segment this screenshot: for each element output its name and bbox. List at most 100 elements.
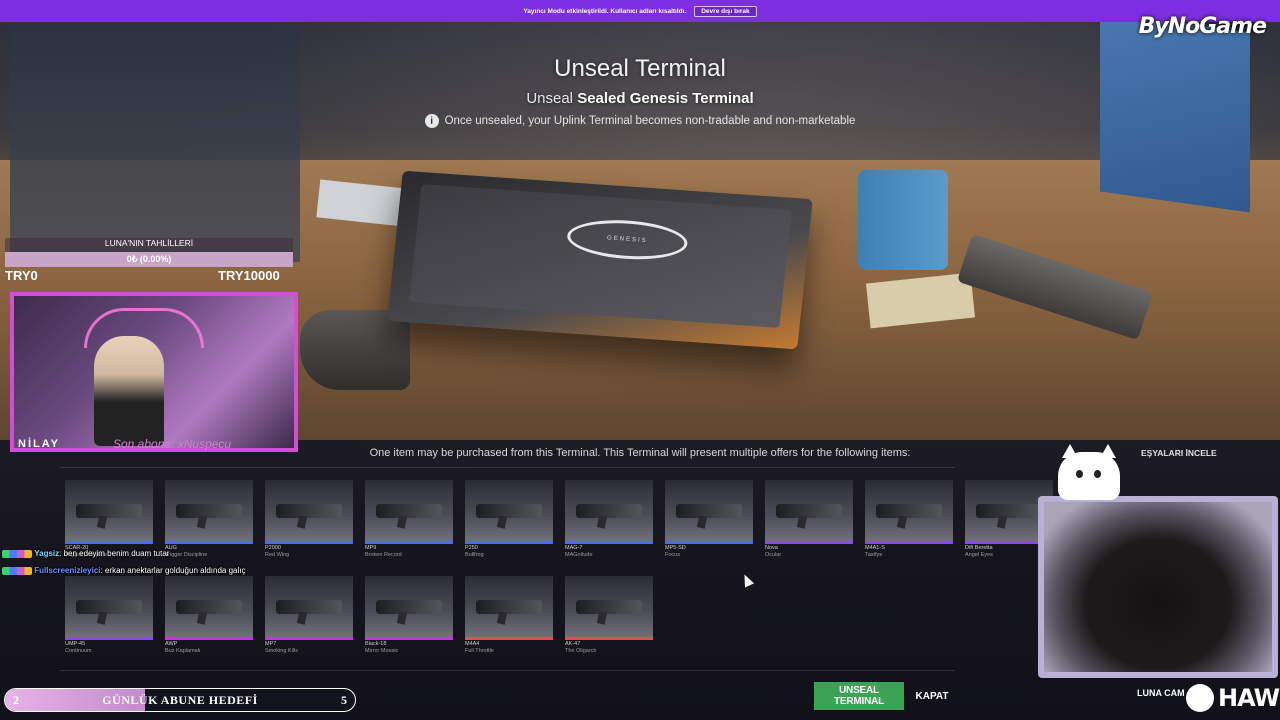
item-image-tile [165,576,253,640]
offer-item[interactable]: M4A1-S Tastfye [865,480,953,564]
pet-cam-label: LUNA CAM [1137,688,1185,698]
page-subtitle: Unseal Sealed Genesis Terminal [0,90,1280,107]
weapon-icon [576,503,642,518]
item-image-tile [565,576,653,640]
inspect-items-button[interactable]: EŞYALARI İNCELE [1141,448,1217,458]
item-image-tile [665,480,753,544]
offer-item[interactable]: P250 Bullfrog [465,480,553,564]
weapon-icon [76,599,142,614]
item-skin-name: Focus [665,551,680,558]
offer-item[interactable]: MP5-SD Focus [665,480,753,564]
streamer-webcam [10,292,298,452]
item-skin-name: Full Throttle [465,647,494,654]
bynogame-logo: ByNoGame [1138,14,1267,39]
weapon-icon [776,503,842,518]
offer-item[interactable]: Black-18 Mirror Mosaic [365,576,453,660]
streamer-mode-banner: Yayıncı Modu etkinleştirildi. Kullanıcı … [0,0,1280,22]
item-image-tile [465,480,553,544]
info-icon: i [424,114,439,128]
chat-username: Fullscreenizleyici [34,566,101,575]
item-skin-name: MAGnitude [565,551,593,558]
weapon-icon [476,503,542,518]
weapon-icon [976,503,1042,518]
offer-item[interactable]: UMP-45 Continuum [65,576,153,660]
weapon-icon [376,503,442,518]
item-image-tile [265,480,353,544]
game-screen: GENESIS Yayıncı Modu etkinleştirildi. Ku… [0,0,1280,720]
item-image-tile [765,480,853,544]
weapon-icon [476,599,542,614]
offer-item[interactable]: MAG-7 MAGnitude [565,480,653,564]
item-skin-name: Bullfrog [465,551,484,558]
chat-message: Yagsiz: ben edeyim benim duam tutar [2,548,262,559]
item-skin-name: Red Wing [265,551,290,558]
weapon-icon [876,503,942,518]
weapon-icon [676,503,742,518]
pet-camera [1038,496,1278,678]
item-image-tile [265,576,353,640]
weapon-icon [76,503,142,518]
item-skin-name: Continuum [65,647,92,654]
notice-text: Once unsealed, your Uplink Terminal beco… [444,115,856,127]
chat-badges-icon [2,566,32,575]
chat-overlay: Yagsiz: ben edeyim benim duam tutar Full… [2,548,262,576]
item-skin-name: Ocular [765,551,782,558]
offer-item[interactable]: MP9 Broken Record [365,480,453,564]
weapon-icon [176,599,242,614]
hawk-emblem-icon [1186,684,1214,712]
chat-username: Yagsiz [34,549,60,558]
item-skin-name: Tastfye [865,551,883,558]
weapon-icon [376,599,442,614]
donation-goal-title: LUNA'NIN TAHLİLLERİ [5,238,293,252]
coffee-mug [858,170,948,270]
offer-item[interactable]: AK-47 The Oligarch [565,576,653,660]
offer-item[interactable]: M4A4 Full Throttle [465,576,553,660]
sponsor-logo: HAWK [1186,684,1280,712]
weapon-icon [276,503,342,518]
daily-sub-goal: 2 GÜNLÜK ABUNE HEDEFİ 5 [4,688,356,712]
donation-goal-progress: 0₺ (0.00%) [5,252,293,267]
cat-eye-left [1076,470,1083,478]
chat-message: Fullscreenizleyici: erkan anektarlar gol… [2,565,262,576]
close-button[interactable]: KAPAT [914,682,950,710]
item-skin-name: Mirror Mosaic [365,647,399,654]
unseal-terminal-button[interactable]: UNSEAL TERMINAL [814,682,904,710]
weapon-icon [576,599,642,614]
page-title: Unseal Terminal [554,55,726,82]
terminal-emblem: GENESIS [565,216,690,263]
item-image-tile [865,480,953,544]
blue-binder [1100,11,1250,213]
item-skin-name: Buz Kaplamalı [165,647,201,654]
cat-sticker-icon [1058,444,1120,500]
banner-message: Yayıncı Modu etkinleştirildi. Kullanıcı … [523,7,687,15]
tradability-notice: i Once unsealed, your Uplink Terminal be… [0,114,1280,128]
chat-text: erkan anektarlar golduğun aldında galıç [104,566,246,575]
item-image-tile [365,576,453,640]
item-image-tile [365,480,453,544]
offer-item[interactable]: MP7 Smoking Kills [265,576,353,660]
offer-item[interactable]: P2000 Red Wing [265,480,353,564]
subtitle-prefix: Unseal [526,90,574,107]
streamer-name: NİLAY [18,438,60,450]
offer-item[interactable]: Nova Ocular [765,480,853,564]
offer-item[interactable]: AWP Buz Kaplamalı [165,576,253,660]
disable-streamer-mode-button[interactable]: Devre dışı bırak [694,5,757,17]
subtitle-item-name: Sealed Genesis Terminal [577,90,754,107]
donation-goal-min: TRY0 [5,268,38,283]
item-skin-name: The Oligarch [565,647,597,654]
rifle-magazine [300,310,410,390]
genesis-terminal-case[interactable]: GENESIS [387,170,813,350]
item-skin-name: Smoking Kills [265,647,299,654]
latest-subscriber: Son abone: xNuspecu [113,437,232,451]
donation-goal-max: TRY10000 [218,268,280,283]
item-image-tile [165,480,253,544]
item-image-tile [65,576,153,640]
sub-goal-label: GÜNLÜK ABUNE HEDEFİ [102,693,258,707]
weapon-icon [176,503,242,518]
chat-text: ben edeyim benim duam tutar [63,549,170,558]
item-image-tile [565,480,653,544]
weapon-icon [276,599,342,614]
terminal-face: GENESIS [409,184,792,328]
divider-top [60,467,955,468]
item-image-tile [65,480,153,544]
